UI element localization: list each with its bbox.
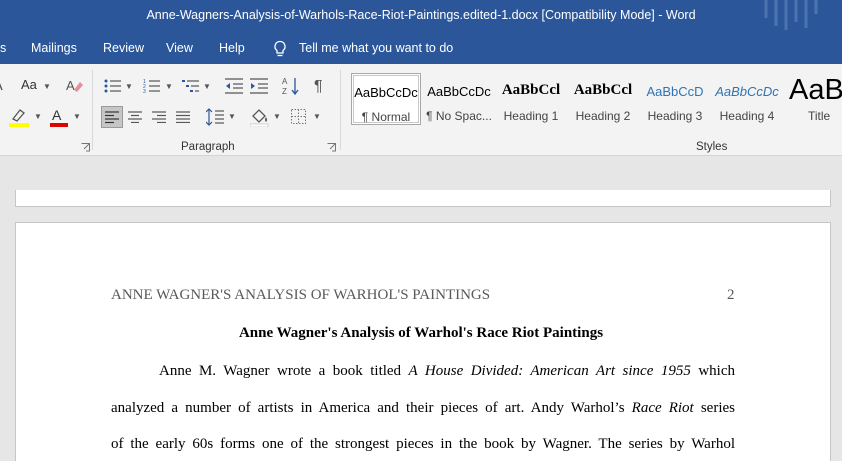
svg-text:A: A (282, 77, 288, 86)
style-sample: AaBbCcl (573, 82, 633, 98)
chevron-down-icon[interactable]: ▼ (43, 82, 51, 91)
style-normal[interactable]: AaBbCcDc ¶ Normal (351, 73, 421, 125)
style-heading-4[interactable]: AaBbCcDc Heading 4 (712, 73, 782, 125)
align-left-icon[interactable] (101, 106, 123, 128)
justify-icon[interactable] (176, 111, 190, 123)
numbering-icon[interactable]: 123 (143, 78, 161, 94)
title-bar: Anne-Wagners-Analysis-of-Warhols-Race-Ri… (0, 0, 842, 32)
tab-help[interactable]: Help (219, 41, 245, 55)
chevron-down-icon[interactable]: ▼ (125, 82, 133, 91)
tab-view[interactable]: View (166, 41, 193, 55)
series-title-italic: Race Riot (631, 400, 694, 416)
paragraph-group-label: Paragraph (181, 141, 235, 153)
text-highlight-icon[interactable] (9, 107, 29, 127)
style-name: Heading 1 (503, 109, 559, 123)
tell-me-search[interactable]: Tell me what you want to do (299, 41, 453, 55)
chevron-down-icon[interactable]: ▼ (228, 112, 236, 121)
style-sample: AaBbCcD (646, 84, 704, 99)
tab-design[interactable]: s (0, 41, 6, 55)
chevron-down-icon[interactable]: ▼ (313, 112, 321, 121)
title-bar-pattern-icon (764, 0, 818, 30)
align-center-icon[interactable] (128, 111, 142, 123)
svg-text:A: A (66, 78, 75, 93)
style-name: Title (808, 109, 831, 123)
line-spacing-icon[interactable] (206, 108, 224, 126)
page-header-text: ANNE WAGNER'S ANALYSIS OF WARHOL'S PAINT… (111, 287, 491, 303)
text-run: which (690, 363, 735, 379)
style-sample: AaBbCcl (501, 82, 561, 98)
paragraph-dialog-launcher-icon[interactable] (327, 143, 336, 152)
tab-mailings[interactable]: Mailings (31, 41, 77, 55)
style-sample: AaB (789, 74, 842, 106)
svg-text:A: A (52, 107, 62, 123)
shading-icon[interactable] (250, 107, 270, 127)
chevron-down-icon[interactable]: ▼ (203, 82, 211, 91)
paragraph-line[interactable]: Anne M. Wagner wrote a book titled A Hou… (159, 363, 735, 380)
document-title[interactable]: Anne Wagner's Analysis of Warhol's Race … (0, 325, 842, 342)
chevron-down-icon[interactable]: ▼ (73, 112, 81, 121)
style-name: ¶ No Spac... (426, 109, 492, 123)
style-sample: AaBbCcDc (715, 84, 779, 99)
style-name: Heading 3 (647, 109, 703, 123)
style-name: Heading 4 (719, 109, 775, 123)
bullets-icon[interactable] (104, 78, 122, 94)
style-heading-1[interactable]: AaBbCcl Heading 1 (496, 73, 566, 125)
page-number: 2 (727, 287, 735, 303)
style-title[interactable]: AaB Title (784, 73, 842, 125)
style-heading-3[interactable]: AaBbCcD Heading 3 (640, 73, 710, 125)
decrease-indent-icon[interactable] (225, 78, 243, 94)
svg-text:3: 3 (143, 89, 146, 94)
borders-icon[interactable] (291, 109, 306, 124)
align-right-icon[interactable] (152, 111, 166, 123)
group-separator (92, 70, 93, 150)
style-no-spacing[interactable]: AaBbCcDc ¶ No Spac... (424, 73, 494, 125)
chevron-down-icon[interactable]: ▼ (165, 82, 173, 91)
increase-indent-icon[interactable] (250, 78, 268, 94)
clear-formatting-icon[interactable]: A (66, 77, 83, 94)
grow-font-icon[interactable] (0, 79, 4, 91)
ribbon: Aa ▼ A ▼ A ▼ ▼ 123 ▼ ▼ A Z ¶ ▼ ▼ ▼ Parag… (0, 64, 842, 156)
style-heading-2[interactable]: AaBbCcl Heading 2 (568, 73, 638, 125)
paragraph-line[interactable]: of the early 60s forms one of the strong… (111, 436, 735, 453)
style-name: ¶ Normal (361, 110, 411, 124)
pilcrow-icon[interactable]: ¶ (314, 77, 328, 93)
font-dialog-launcher-icon[interactable] (81, 143, 90, 152)
change-case-button[interactable]: Aa (21, 77, 37, 92)
previous-page-bottom (15, 190, 831, 207)
text-run: Anne M. Wagner wrote a book titled (159, 363, 409, 379)
style-sample: AaBbCcDc (354, 85, 418, 100)
svg-text:¶: ¶ (314, 78, 323, 93)
paragraph-line[interactable]: analyzed a number of artists in America … (111, 400, 735, 417)
ribbon-tabs: s Mailings Review View Help Tell me what… (0, 32, 842, 64)
chevron-down-icon[interactable]: ▼ (34, 112, 42, 121)
window-title: Anne-Wagners-Analysis-of-Warhols-Race-Ri… (146, 8, 696, 22)
text-run: series (693, 400, 735, 416)
style-name: Heading 2 (575, 109, 631, 123)
style-sample: AaBbCcDc (427, 84, 491, 99)
multilevel-list-icon[interactable] (182, 78, 200, 94)
book-title-italic: A House Divided: American Art since 1955 (408, 363, 691, 379)
sort-icon[interactable]: AZ (282, 76, 300, 96)
text-run: analyzed a number of artists in America … (111, 400, 632, 416)
lightbulb-icon[interactable] (272, 40, 288, 58)
svg-text:Z: Z (282, 87, 287, 96)
font-color-icon[interactable]: A (50, 107, 68, 127)
chevron-down-icon[interactable]: ▼ (273, 112, 281, 121)
group-separator (340, 70, 341, 150)
tab-review[interactable]: Review (103, 41, 144, 55)
styles-group-label: Styles (696, 141, 728, 153)
